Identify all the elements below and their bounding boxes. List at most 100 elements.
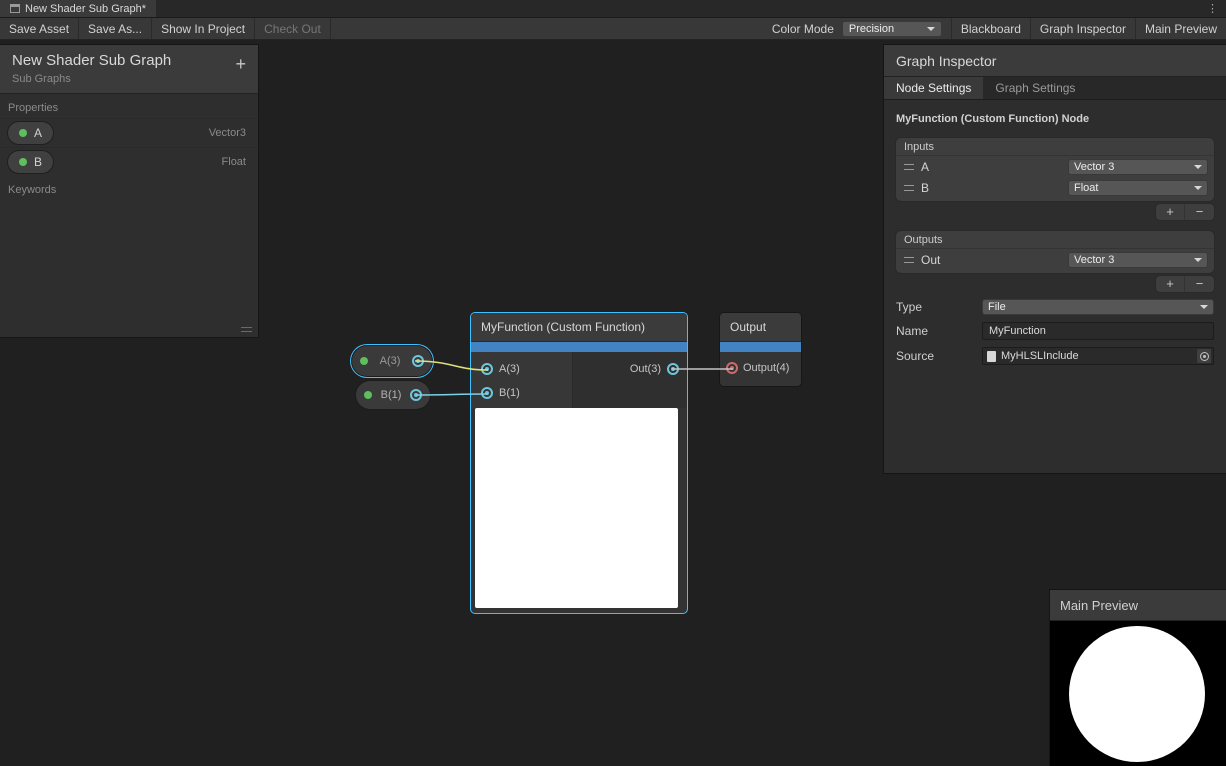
graph-inspector-panel: Graph Inspector Node Settings Graph Sett…: [884, 45, 1226, 473]
port-label: Out(3): [630, 363, 661, 375]
graph-inspector-tabs: Node Settings Graph Settings: [884, 77, 1226, 100]
node-accent-bar: [720, 342, 801, 352]
input-row: B Float: [896, 177, 1214, 198]
check-out-button[interactable]: Check Out: [255, 18, 331, 39]
input-type-value: Vector 3: [1074, 161, 1114, 173]
tab-node-settings[interactable]: Node Settings: [884, 77, 983, 99]
output-port-icon[interactable]: [410, 389, 422, 401]
property-pill[interactable]: A: [8, 122, 53, 144]
main-preview-toggle-button[interactable]: Main Preview: [1135, 18, 1226, 39]
property-node-b[interactable]: B(1): [356, 381, 430, 409]
property-node-label: A(3): [373, 355, 407, 367]
chevron-down-icon: [1194, 258, 1202, 262]
name-field-row: Name: [896, 322, 1214, 340]
add-input-button[interactable]: +: [1156, 204, 1185, 220]
property-name: B: [34, 155, 42, 169]
input-port-icon[interactable]: [481, 363, 493, 375]
add-output-button[interactable]: +: [1156, 276, 1185, 292]
node-input-column: A(3) B(1): [471, 352, 572, 408]
blackboard-title: New Shader Sub Graph: [12, 52, 246, 69]
chevron-down-icon: [1200, 305, 1208, 309]
graph-inspector-toggle-button[interactable]: Graph Inspector: [1030, 18, 1135, 39]
type-dropdown[interactable]: File: [982, 299, 1214, 315]
input-type-dropdown[interactable]: Float: [1068, 180, 1208, 196]
input-port-icon[interactable]: [481, 387, 493, 399]
blackboard-header[interactable]: New Shader Sub Graph Sub Graphs +: [0, 45, 258, 94]
blackboard-subtitle: Sub Graphs: [12, 73, 246, 85]
object-picker-button[interactable]: [1197, 349, 1211, 363]
input-name: A: [921, 160, 1061, 174]
output-type-dropdown[interactable]: Vector 3: [1068, 252, 1208, 268]
keywords-section-label: Keywords: [0, 176, 258, 200]
document-tab[interactable]: New Shader Sub Graph*: [0, 0, 156, 17]
output-port-icon[interactable]: [412, 355, 424, 367]
port-row: Out(3): [573, 357, 687, 381]
node-output-column: Out(3): [572, 352, 687, 408]
property-node-label: B(1): [377, 389, 405, 401]
blackboard-panel: New Shader Sub Graph Sub Graphs + Proper…: [0, 45, 258, 337]
source-object-field[interactable]: MyHLSLInclude: [982, 347, 1214, 365]
blackboard-property-row[interactable]: B Float: [0, 147, 258, 176]
tab-menu-icon[interactable]: ⋮: [1199, 0, 1226, 17]
save-as-button[interactable]: Save As...: [79, 18, 152, 39]
target-icon: [1200, 352, 1209, 361]
blackboard-property-row[interactable]: A Vector3: [0, 118, 258, 147]
input-port-icon[interactable]: [726, 362, 738, 374]
outputs-header: Outputs: [896, 231, 1214, 249]
tab-graph-settings[interactable]: Graph Settings: [983, 77, 1087, 99]
property-dot-icon: [19, 158, 27, 166]
output-node[interactable]: Output Output(4): [720, 313, 801, 386]
unity-shader-graph-window: New Shader Sub Graph* ⋮ Save Asset Save …: [0, 0, 1226, 766]
inputs-list-controls: + −: [896, 204, 1214, 220]
properties-section-label: Properties: [0, 94, 258, 118]
blackboard-toggle-button[interactable]: Blackboard: [951, 18, 1030, 39]
precision-dropdown[interactable]: Precision: [842, 21, 942, 37]
port-label: Output(4): [743, 362, 789, 374]
input-name: B: [921, 181, 1061, 195]
type-value: File: [988, 301, 1006, 313]
property-dot-icon: [360, 357, 368, 365]
property-dot-icon: [364, 391, 372, 399]
remove-output-button[interactable]: −: [1185, 276, 1214, 292]
node-title[interactable]: Output: [720, 313, 801, 342]
add-property-button[interactable]: +: [235, 55, 246, 73]
chevron-down-icon: [1194, 165, 1202, 169]
precision-value: Precision: [849, 23, 894, 35]
remove-input-button[interactable]: −: [1185, 204, 1214, 220]
inputs-header: Inputs: [896, 138, 1214, 156]
source-field-row: Source MyHLSLInclude: [896, 347, 1214, 365]
main-preview-header[interactable]: Main Preview: [1050, 590, 1226, 621]
source-label: Source: [896, 349, 982, 363]
chevron-down-icon: [1194, 186, 1202, 190]
toolbar: Save Asset Save As... Show In Project Ch…: [0, 18, 1226, 40]
myfunction-node[interactable]: MyFunction (Custom Function) A(3) B(1) O…: [471, 313, 687, 613]
tab-bar: New Shader Sub Graph* ⋮: [0, 0, 1226, 18]
port-row: B(1): [471, 381, 572, 405]
name-input[interactable]: [982, 322, 1214, 340]
output-row: Out Vector 3: [896, 249, 1214, 270]
port-row: Output(4): [720, 356, 801, 380]
node-accent-bar: [471, 342, 687, 352]
node-port-area: A(3) B(1) Out(3): [471, 352, 687, 408]
drag-handle-icon[interactable]: [904, 164, 914, 170]
property-name: A: [34, 126, 42, 140]
main-preview-panel: Main Preview: [1050, 590, 1226, 766]
name-label: Name: [896, 324, 982, 338]
node-title[interactable]: MyFunction (Custom Function): [471, 313, 687, 342]
show-in-project-button[interactable]: Show In Project: [152, 18, 255, 39]
save-asset-button[interactable]: Save Asset: [0, 18, 79, 39]
port-row: A(3): [471, 357, 572, 381]
input-type-dropdown[interactable]: Vector 3: [1068, 159, 1208, 175]
port-label: A(3): [499, 363, 520, 375]
output-port-icon[interactable]: [667, 363, 679, 375]
property-node-a[interactable]: A(3): [352, 346, 432, 376]
drag-handle-icon[interactable]: [904, 257, 914, 263]
drag-handle-icon[interactable]: [904, 185, 914, 191]
property-pill[interactable]: B: [8, 151, 53, 173]
graph-inspector-header[interactable]: Graph Inspector: [884, 45, 1226, 77]
window-icon: [10, 4, 20, 13]
resize-handle[interactable]: [241, 324, 252, 332]
tab-title: New Shader Sub Graph*: [25, 3, 146, 15]
type-label: Type: [896, 300, 982, 314]
property-type: Vector3: [209, 127, 246, 139]
